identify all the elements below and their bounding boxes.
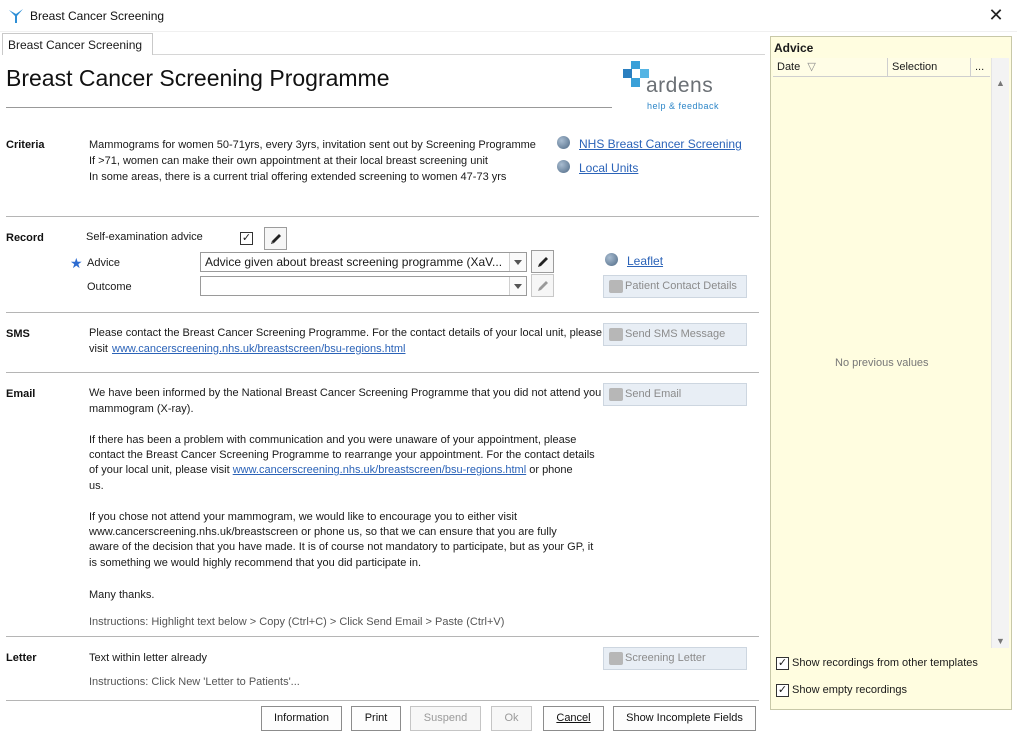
email-bsu-regions-link[interactable]: www.cancerscreening.nhs.uk/breastscreen/… <box>233 464 526 476</box>
tab-breast-cancer-screening[interactable]: Breast Cancer Screening <box>2 33 153 55</box>
self-exam-checkbox[interactable]: ✓ <box>240 232 253 245</box>
section-divider <box>6 312 759 313</box>
date-column-header[interactable]: Date ▽ <box>773 58 888 77</box>
show-other-templates-checkbox[interactable]: ✓ <box>776 657 789 670</box>
close-icon[interactable]: ✕ <box>985 4 1007 26</box>
advice-dropdown-value: Advice given about breast screening prog… <box>205 255 503 269</box>
email-label: Email <box>6 388 36 400</box>
advice-label: Advice <box>87 257 121 269</box>
letter-instructions: Instructions: Click New 'Letter to Patie… <box>89 676 300 688</box>
information-button[interactable]: Information <box>261 706 342 731</box>
selection-column-header[interactable]: Selection <box>888 58 971 77</box>
screening-letter-button[interactable]: Screening Letter <box>603 647 747 670</box>
leaflet-link[interactable]: Leaflet <box>627 254 663 268</box>
criteria-line-3: In some areas, there is a current trial … <box>89 171 507 183</box>
self-exam-edit-button[interactable] <box>264 227 287 250</box>
criteria-label: Criteria <box>6 139 45 151</box>
pencil-icon <box>537 280 548 291</box>
criteria-line-2: If >71, women can make their own appoint… <box>89 155 488 167</box>
email-p2-line-3: of your local unit, please visit www.can… <box>89 464 573 476</box>
show-empty-checkbox[interactable]: ✓ <box>776 684 789 697</box>
letter-icon <box>609 652 623 665</box>
title-divider <box>6 107 612 108</box>
outcome-edit-button[interactable] <box>531 274 554 297</box>
email-p2-line-2: contact the Breast Cancer Screening Prog… <box>89 449 595 461</box>
print-button[interactable]: Print <box>351 706 401 731</box>
ardens-logo-text[interactable]: ardens <box>646 74 713 98</box>
section-divider <box>6 700 759 701</box>
letter-text: Text within letter already <box>89 652 207 664</box>
ok-button[interactable]: Ok <box>491 706 532 731</box>
globe-icon <box>605 253 618 266</box>
more-column-header[interactable]: ... <box>971 58 990 77</box>
advice-history-panel <box>770 36 1012 710</box>
email-instructions: Instructions: Highlight text below > Cop… <box>89 616 505 628</box>
outcome-label: Outcome <box>87 281 132 293</box>
criteria-line-1: Mammograms for women 50-71yrs, every 3yr… <box>89 139 536 151</box>
nhs-breast-screening-link[interactable]: NHS Breast Cancer Screening <box>579 137 742 151</box>
person-icon <box>609 280 623 293</box>
pencil-icon <box>270 233 281 244</box>
email-icon <box>609 388 623 401</box>
mandatory-star-icon: ★ <box>70 255 83 271</box>
show-incomplete-fields-button[interactable]: Show Incomplete Fields <box>613 706 756 731</box>
scroll-up-icon[interactable]: ▲ <box>996 78 1005 88</box>
advice-edit-button[interactable] <box>531 250 554 273</box>
email-p3-line-1: If you chose not attend your mammogram, … <box>89 511 517 523</box>
chevron-down-icon[interactable] <box>509 277 526 295</box>
cancel-button[interactable]: Cancel <box>543 706 604 731</box>
email-p2-line-1: If there has been a problem with communi… <box>89 434 577 446</box>
sms-icon <box>609 328 623 341</box>
app-logo-icon <box>9 9 23 23</box>
sms-label: SMS <box>6 328 30 340</box>
local-units-link[interactable]: Local Units <box>579 161 638 175</box>
section-divider <box>6 372 759 373</box>
outcome-dropdown[interactable] <box>200 276 527 296</box>
letter-label: Letter <box>6 652 37 664</box>
advice-scrollbar[interactable]: ▲ ▼ <box>991 58 1009 648</box>
help-feedback-link[interactable]: help & feedback <box>647 101 719 111</box>
send-sms-button[interactable]: Send SMS Message <box>603 323 747 346</box>
show-other-templates-label: Show recordings from other templates <box>792 657 978 669</box>
globe-icon <box>557 160 570 173</box>
self-exam-label: Self-examination advice <box>86 231 203 243</box>
record-label: Record <box>6 232 44 244</box>
section-divider <box>6 636 759 637</box>
email-p3-line-4: is something we would highly recommend t… <box>89 557 422 569</box>
patient-contact-details-button[interactable]: Patient Contact Details <box>603 275 747 298</box>
sms-bsu-regions-link[interactable]: www.cancerscreening.nhs.uk/breastscreen/… <box>112 342 405 358</box>
email-p2-line-4: us. <box>89 480 104 492</box>
sort-filter-icon: ▽ <box>807 61 816 73</box>
pencil-icon <box>537 256 548 267</box>
email-p3-line-3: aware of the decision that you have made… <box>89 541 594 553</box>
email-thanks: Many thanks. <box>89 589 155 601</box>
section-divider <box>6 216 759 217</box>
email-p3-line-2: www.cancerscreening.nhs.uk/breastscreen … <box>89 526 557 538</box>
sms-text-visit: visit <box>89 343 108 355</box>
page-title: Breast Cancer Screening Programme <box>6 65 390 91</box>
scroll-down-icon[interactable]: ▼ <box>996 636 1005 646</box>
suspend-button[interactable]: Suspend <box>410 706 481 731</box>
globe-icon <box>557 136 570 149</box>
advice-dropdown[interactable]: Advice given about breast screening prog… <box>200 252 527 272</box>
tab-divider <box>153 54 765 55</box>
send-email-button[interactable]: Send Email <box>603 383 747 406</box>
email-p1-line-1: We have been informed by the National Br… <box>89 387 602 399</box>
chevron-down-icon[interactable] <box>509 253 526 271</box>
show-empty-label: Show empty recordings <box>792 684 907 696</box>
advice-panel-title: Advice <box>774 41 814 55</box>
window-title: Breast Cancer Screening <box>30 9 165 23</box>
email-p1-line-2: mammogram (X-ray). <box>89 403 194 415</box>
no-previous-values: No previous values <box>835 357 929 369</box>
sms-text: Please contact the Breast Cancer Screeni… <box>89 327 602 339</box>
